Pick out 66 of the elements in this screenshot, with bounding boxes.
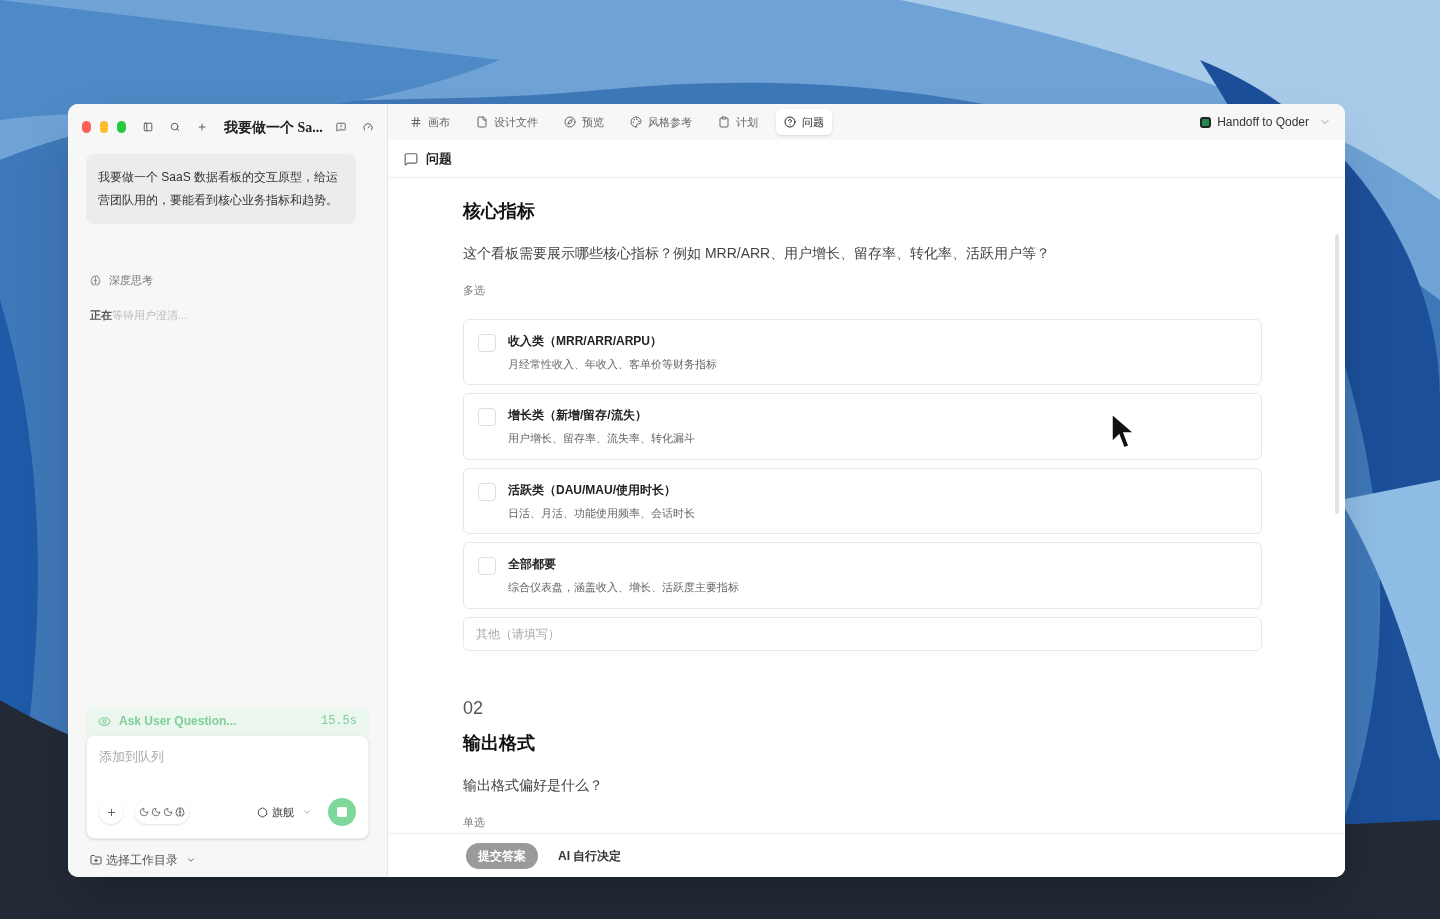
add-button[interactable] xyxy=(99,800,123,824)
compass-icon xyxy=(564,116,576,128)
option-description: 日活、月活、功能使用频率、会话时长 xyxy=(508,505,695,521)
option-card[interactable]: 增长类（新增/留存/流失） 用户增长、留存率、流失率、转化漏斗 xyxy=(463,393,1262,460)
minimize-button[interactable] xyxy=(99,121,109,133)
eye-icon xyxy=(98,714,111,728)
zoom-button[interactable] xyxy=(117,121,126,133)
question-text: 输出格式偏好是什么？ xyxy=(463,775,604,795)
thinking-label: 深度思考 xyxy=(109,273,153,288)
handoff-button[interactable]: Handoff to Qoder xyxy=(1200,113,1331,131)
clipboard-icon xyxy=(718,116,730,128)
brain-icon xyxy=(90,274,101,286)
option-description: 综合仪表盘，涵盖收入、增长、活跃度主要指标 xyxy=(508,580,739,595)
option-description: 用户增长、留存率、流失率、转化漏斗 xyxy=(508,431,695,446)
checkbox[interactable] xyxy=(478,482,496,501)
stop-button[interactable] xyxy=(328,798,356,826)
question-title: 核心指标 xyxy=(463,200,536,223)
help-icon xyxy=(784,116,796,128)
chevron-down-icon xyxy=(186,855,196,865)
chevron-down-icon xyxy=(302,807,312,817)
auto-decide-button[interactable]: AI 自行决定 xyxy=(558,846,622,865)
checkbox[interactable] xyxy=(478,333,496,352)
option-card[interactable]: 活跃类（DAU/MAU/使用时长） 日活、月活、功能使用频率、会话时长 xyxy=(463,467,1262,534)
palette-icon xyxy=(630,116,642,128)
tab[interactable]: 问题 xyxy=(776,109,832,135)
question-text: 这个看板需要展示哪些核心指标？例如 MRR/ARR、用户增长、留存率、转化率、活跃用户等？ xyxy=(463,244,1052,263)
question-panel-icon xyxy=(404,151,418,166)
tab[interactable]: 设计文件 xyxy=(468,109,546,135)
moon-phases-icon[interactable] xyxy=(135,800,189,824)
plus-icon xyxy=(105,806,117,818)
model-selector[interactable]: 旗舰 xyxy=(257,803,312,821)
question-title: 输出格式 xyxy=(463,731,536,755)
option-card[interactable]: 全部都要 综合仪表盘，涵盖收入、增长、活跃度主要指标 xyxy=(463,542,1262,609)
queue-input[interactable]: 添加到队列 xyxy=(99,747,356,767)
feedback-icon[interactable] xyxy=(335,120,346,134)
option-label: 收入类（MRR/ARR/ARPU） xyxy=(508,332,663,350)
sidebar-toggle-icon[interactable] xyxy=(142,120,153,134)
search-icon[interactable] xyxy=(169,120,180,134)
option-label: 全部都要 xyxy=(508,556,557,573)
hash-icon xyxy=(410,116,422,128)
option-card[interactable]: 收入类（MRR/ARR/ARPU） 月经常性收入、年收入、客单价等财务指标 xyxy=(463,318,1262,385)
chat-title: 我要做一个 Sa... xyxy=(224,118,323,137)
folder-icon xyxy=(90,854,102,866)
file-icon xyxy=(476,116,488,128)
tab[interactable]: 计划 xyxy=(710,109,766,135)
option-label: 活跃类（DAU/MAU/使用时长） xyxy=(508,481,677,499)
tool-call-name: Ask User Question... xyxy=(119,713,237,730)
tab[interactable]: 画布 xyxy=(402,109,458,135)
hexagon-icon xyxy=(257,806,268,818)
panel-title: 问题 xyxy=(426,149,452,168)
close-button[interactable] xyxy=(82,121,91,133)
selection-mode: 单选 xyxy=(463,814,486,830)
other-input[interactable]: 其他（请填写） xyxy=(463,616,1262,651)
gauge-icon[interactable] xyxy=(362,120,373,134)
selection-mode: 多选 xyxy=(463,283,486,298)
question-number: 02 xyxy=(463,696,485,720)
app-logo-icon xyxy=(1200,116,1212,128)
checkbox[interactable] xyxy=(478,557,496,575)
workspace-selector[interactable]: 选择工作目录 xyxy=(86,851,200,869)
option-description: 月经常性收入、年收入、客单价等财务指标 xyxy=(508,356,717,372)
checkbox[interactable] xyxy=(478,408,496,426)
user-message: 我要做一个 SaaS 数据看板的交互原型，给运营团队用的，要能看到核心业务指标和趋势。 xyxy=(86,154,356,224)
tab[interactable]: 风格参考 xyxy=(622,109,700,135)
option-label: 增长类（新增/留存/流失） xyxy=(508,407,648,424)
tab[interactable]: 预览 xyxy=(556,109,612,135)
tool-call-time: 15.5s xyxy=(321,713,357,730)
